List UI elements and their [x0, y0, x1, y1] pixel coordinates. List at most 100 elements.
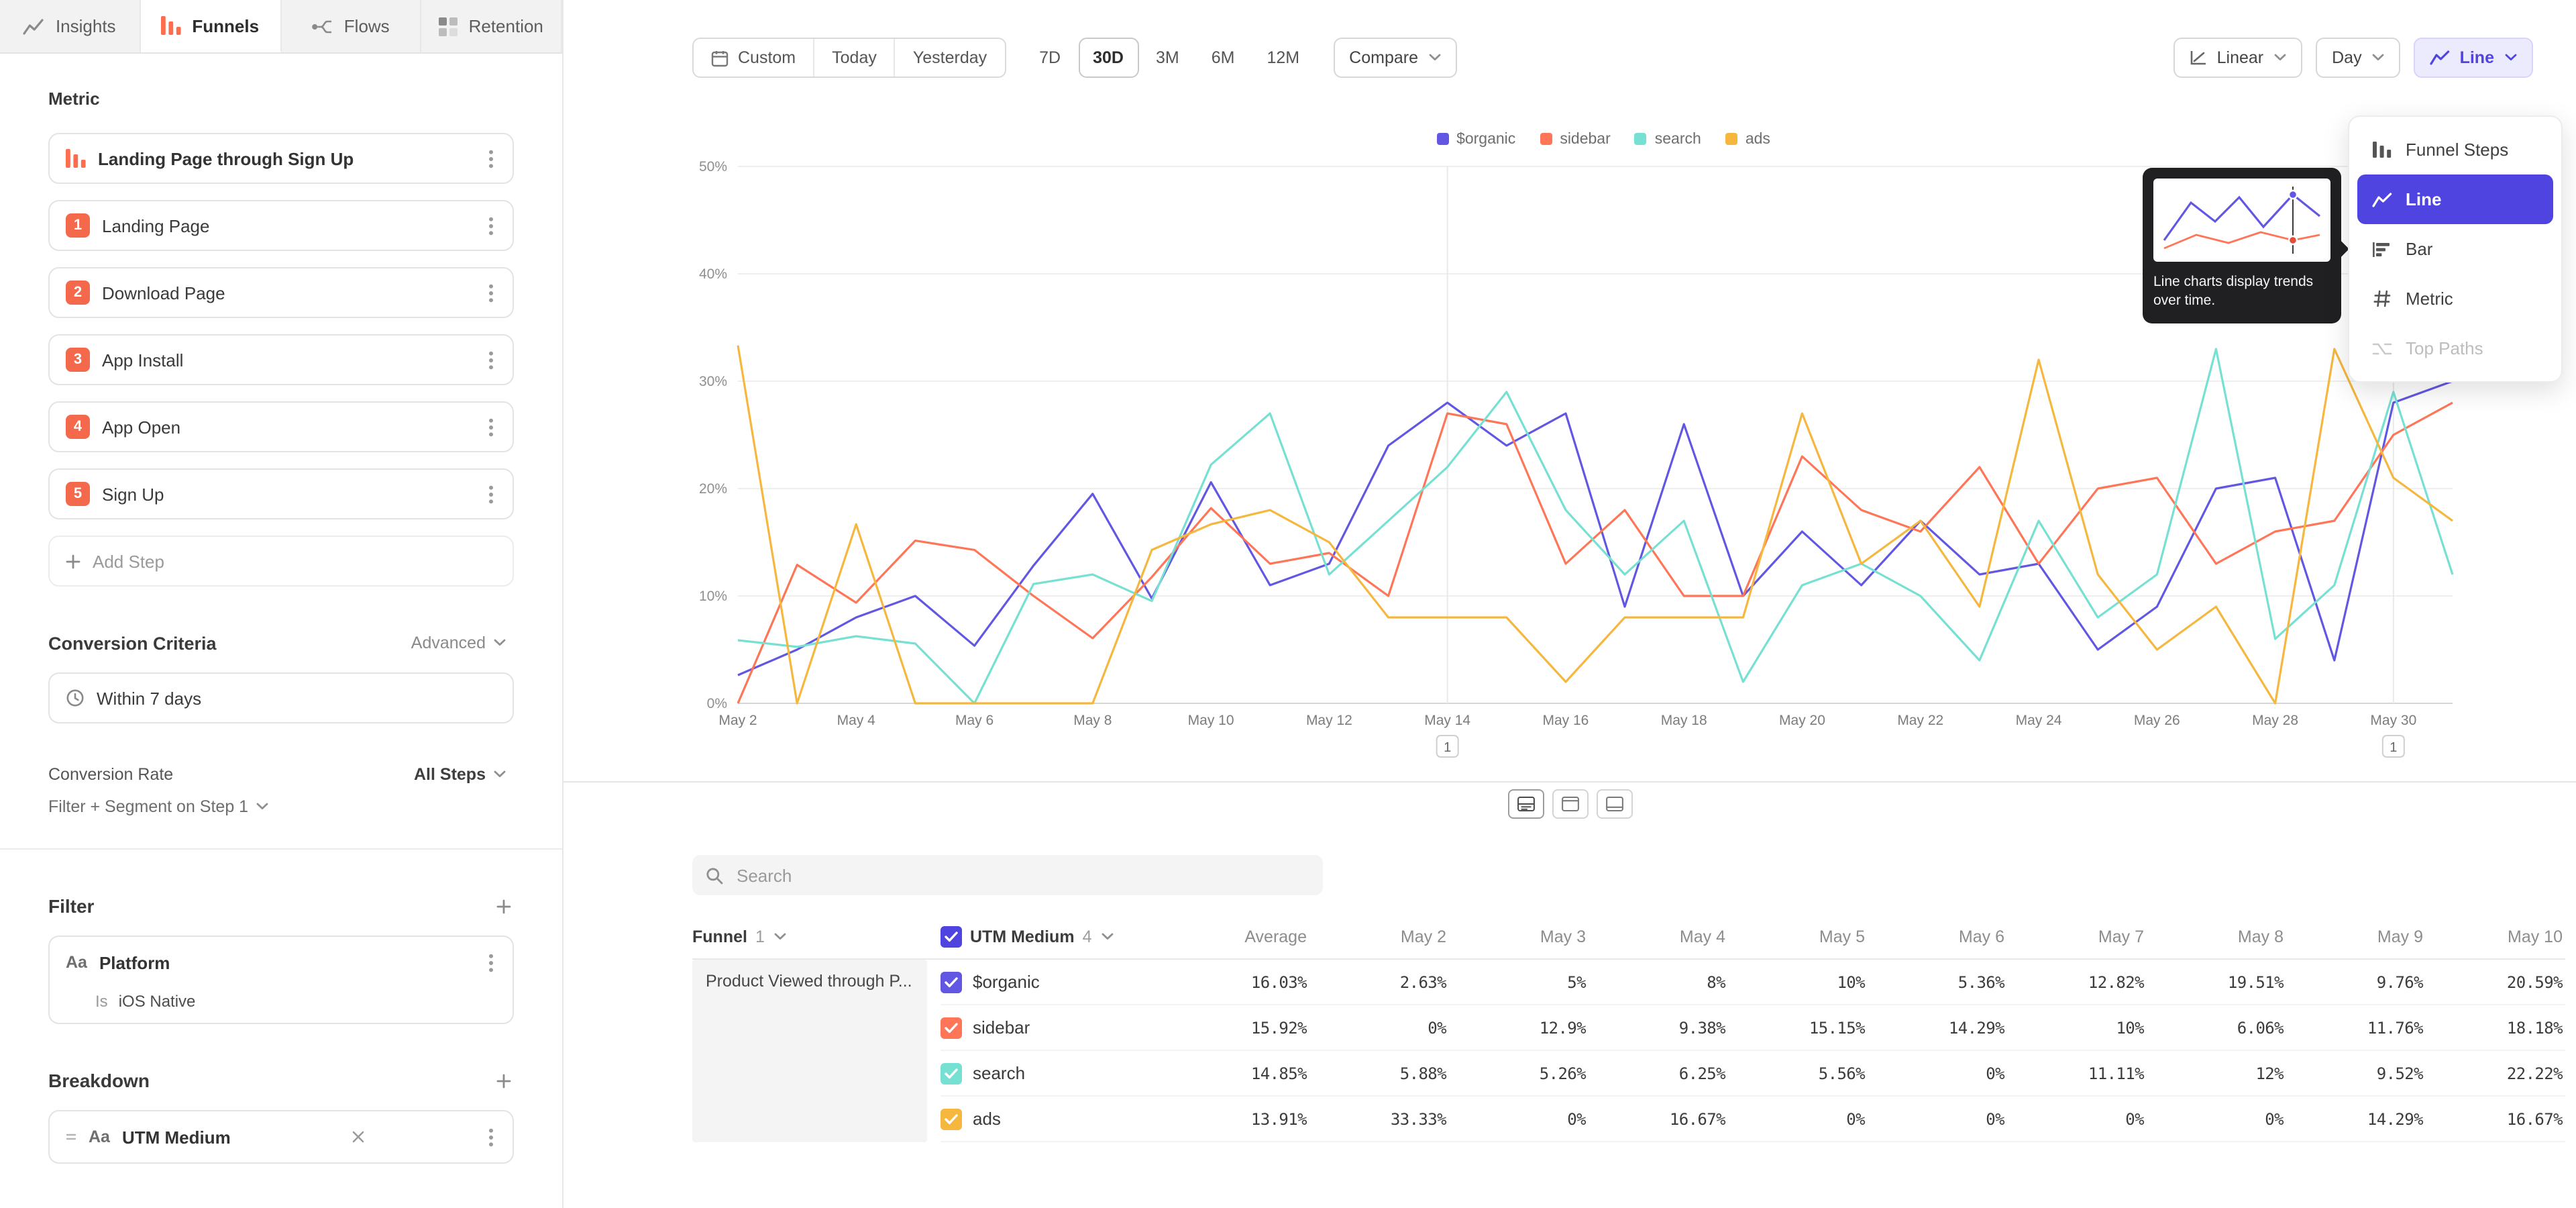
add-breakdown-button[interactable] [494, 1070, 514, 1091]
flows-icon [312, 17, 333, 36]
chart-type-option-metric[interactable]: Metric [2357, 274, 2553, 323]
day-value: 9.52% [2286, 1051, 2426, 1097]
breakdown-card-header[interactable]: Aa UTM Medium [50, 1111, 513, 1162]
tab-label: Flows [344, 16, 390, 36]
funnel-step-5[interactable]: 5Sign Up [48, 468, 514, 519]
view-chart-and-table-icon[interactable] [1507, 789, 1544, 819]
drag-handle-icon[interactable] [66, 1131, 76, 1142]
report-tabbar: Insights Funnels Flows Retention [0, 0, 562, 54]
chart-type-button[interactable]: Line [2414, 38, 2533, 78]
property-type-icon: Aa [66, 953, 87, 972]
chart-type-option-bar[interactable]: Bar [2357, 224, 2553, 274]
tab-funnels[interactable]: Funnels [141, 0, 282, 52]
funnel-step-2[interactable]: 2Download Page [48, 267, 514, 318]
all-steps-label: All Steps [414, 765, 486, 784]
kebab-menu-icon[interactable] [486, 1124, 496, 1150]
series-checkbox[interactable] [941, 1062, 962, 1084]
day-value: 0% [2007, 1097, 2147, 1142]
chart-type-label: Line [2460, 48, 2494, 67]
range-30d[interactable]: 30D [1078, 38, 1138, 78]
average-column-header: Average [1189, 914, 1309, 960]
remove-breakdown-button[interactable] [349, 1127, 368, 1146]
tab-flows[interactable]: Flows [281, 0, 422, 52]
chart-type-option-line[interactable]: Line [2357, 174, 2553, 224]
kebab-menu-icon[interactable] [486, 280, 496, 305]
svg-text:40%: 40% [699, 266, 727, 282]
day-value: 14.29% [2286, 1097, 2426, 1142]
breakdown-card[interactable]: Aa UTM Medium [48, 1110, 514, 1164]
search-input[interactable] [734, 864, 1309, 887]
tab-label: Insights [56, 16, 116, 36]
scale-button[interactable]: Linear [2174, 38, 2303, 78]
day-column-header: May 4 [1589, 914, 1728, 960]
line-chart-icon [2430, 50, 2451, 66]
table-row-label[interactable]: sidebar [941, 1005, 1189, 1051]
filter-card[interactable]: Aa Platform Is iOS Native [48, 936, 514, 1024]
funnel-step-3[interactable]: 3App Install [48, 334, 514, 385]
tooltip-caption: Line charts display trends over time. [2153, 272, 2330, 311]
filter-field: Platform [99, 952, 170, 972]
table-row-label[interactable]: ads [941, 1097, 1189, 1142]
today-button[interactable]: Today [814, 39, 896, 77]
day-value: 5% [1449, 960, 1589, 1005]
tab-retention[interactable]: Retention [422, 0, 563, 52]
menu-item-label: Funnel Steps [2406, 140, 2508, 160]
day-value: 11.76% [2286, 1005, 2426, 1051]
day-value: 10% [1728, 960, 1868, 1005]
funnel-column-header[interactable]: Funnel1 [692, 914, 941, 960]
filter-card-header[interactable]: Aa Platform [50, 937, 513, 988]
day-column-header: May 8 [2147, 914, 2286, 960]
view-table-right-icon[interactable] [1552, 789, 1588, 819]
range-3m[interactable]: 3M [1141, 38, 1194, 78]
funnel-name-card[interactable]: Landing Page through Sign Up [48, 133, 514, 184]
insights-icon [23, 17, 45, 36]
breakdown-column-header[interactable]: UTM Medium4 [941, 914, 1189, 960]
day-value: 5.26% [1449, 1051, 1589, 1097]
day-value: 12% [2147, 1051, 2286, 1097]
step-label: Landing Page [102, 215, 474, 236]
custom-label: Custom [738, 48, 796, 67]
step-label: Sign Up [102, 484, 474, 504]
kebab-menu-icon[interactable] [486, 146, 496, 171]
all-steps-dropdown[interactable]: All Steps [406, 764, 514, 785]
add-filter-button[interactable] [494, 896, 514, 916]
granularity-button[interactable]: Day [2316, 38, 2400, 78]
filter-section: Filter [48, 895, 514, 917]
kebab-menu-icon[interactable] [486, 347, 496, 372]
step-label: App Install [102, 350, 474, 370]
kebab-menu-icon[interactable] [486, 414, 496, 440]
sidebar-content: Metric Landing Page through Sign Up 1Lan… [0, 54, 562, 1208]
kebab-menu-icon[interactable] [486, 213, 496, 238]
series-checkbox[interactable] [941, 1017, 962, 1038]
yesterday-button[interactable]: Yesterday [896, 39, 1004, 77]
conversion-window-card[interactable]: Within 7 days [48, 672, 514, 723]
filter-condition-row[interactable]: Is iOS Native [50, 988, 513, 1023]
day-value: 5.88% [1309, 1051, 1449, 1097]
range-12m[interactable]: 12M [1252, 38, 1315, 78]
range-6m[interactable]: 6M [1197, 38, 1250, 78]
chevron-down-icon [2373, 54, 2385, 62]
conversion-criteria-title: Conversion Criteria [48, 633, 217, 653]
tab-insights[interactable]: Insights [0, 0, 141, 52]
compare-button[interactable]: Compare [1333, 38, 1457, 78]
kebab-menu-icon[interactable] [486, 950, 496, 975]
view-table-bottom-icon[interactable] [1596, 789, 1632, 819]
filter-segment-toggle[interactable]: Filter + Segment on Step 1 [48, 797, 268, 816]
table-row-label[interactable]: $organic [941, 960, 1189, 1005]
chart-type-tooltip: Line charts display trends over time. [2143, 168, 2341, 324]
range-7d[interactable]: 7D [1024, 38, 1075, 78]
kebab-menu-icon[interactable] [486, 481, 496, 507]
table-row-label[interactable]: search [941, 1051, 1189, 1097]
funnel-row-group-label[interactable]: Product Viewed through P... [692, 960, 927, 1142]
advanced-dropdown[interactable]: Advanced [403, 632, 514, 654]
add-step-button[interactable]: Add Step [48, 536, 514, 587]
average-value: 16.03% [1189, 960, 1309, 1005]
funnel-step-1[interactable]: 1Landing Page [48, 200, 514, 251]
series-checkbox[interactable] [941, 1108, 962, 1129]
custom-date-button[interactable]: Custom [694, 39, 814, 77]
series-checkbox[interactable] [941, 971, 962, 993]
chevron-down-icon [2274, 54, 2286, 62]
select-all-checkbox[interactable] [941, 925, 962, 947]
funnel-step-4[interactable]: 4App Open [48, 401, 514, 452]
chart-type-option-funnel-steps[interactable]: Funnel Steps [2357, 125, 2553, 174]
